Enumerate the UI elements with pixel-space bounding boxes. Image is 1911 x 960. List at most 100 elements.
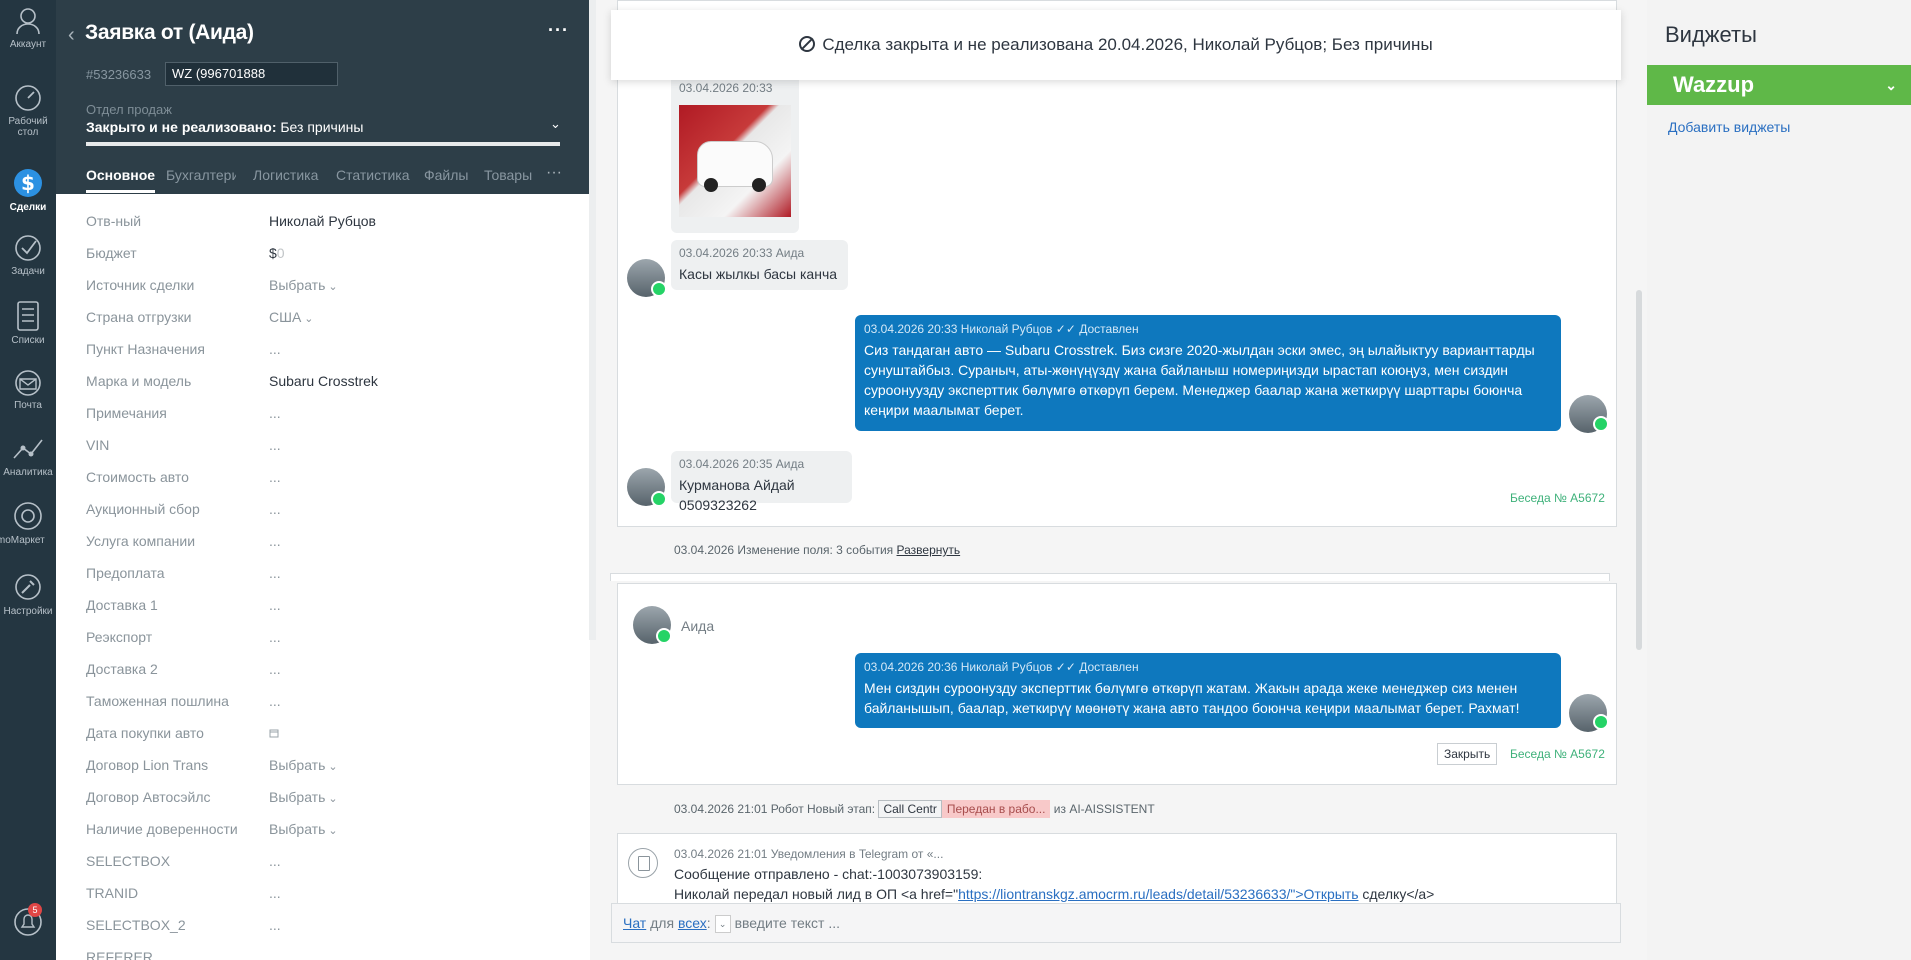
lead-header: ‹ Заявка от (Аида) ··· #53236633 WZ (996… <box>56 0 590 194</box>
tab-statistics[interactable]: Статистика <box>336 167 410 193</box>
chat-type-link[interactable]: Чат <box>623 915 646 931</box>
message-text: Касы жылкы басы канча <box>679 266 838 282</box>
nav-dashboard[interactable]: Рабочий стол <box>0 83 56 138</box>
field-value[interactable]: ... <box>269 949 281 960</box>
field-value-text: Выбрать <box>269 757 326 773</box>
chevron-down-icon: ⌄ <box>328 281 338 293</box>
tab-logistics[interactable]: Логистика <box>253 167 318 193</box>
field-row: Дата покупки авто <box>86 725 566 745</box>
contact-name[interactable]: Аида <box>681 618 714 634</box>
market-icon <box>14 502 42 530</box>
calendar-icon[interactable] <box>269 728 279 738</box>
message-text: Мен сиздин суроонузду эксперттик бөлүмгө… <box>864 678 1552 718</box>
nav-notifications[interactable]: 5 <box>0 903 56 940</box>
conversation-link[interactable]: Беседа № А5672 <box>1510 491 1605 505</box>
chevron-down-icon[interactable]: ⌄ <box>714 915 731 934</box>
field-value[interactable]: ... <box>269 661 281 677</box>
recipients-link[interactable]: всех <box>678 915 707 931</box>
field-row: Таможенная пошлина... <box>86 693 566 713</box>
card-scrollbar[interactable] <box>589 0 596 640</box>
account-icon <box>16 8 40 35</box>
notifications-badge: 5 <box>28 903 42 917</box>
field-value[interactable]: ... <box>269 469 281 485</box>
chevron-down-icon[interactable]: ⌄ <box>550 116 561 132</box>
field-row: Источник сделки Выбрать ⌄ <box>86 277 566 297</box>
tab-accounting[interactable]: Бухгалтерия <box>166 167 236 193</box>
field-value[interactable]: Выбрать ⌄ <box>269 789 338 805</box>
field-row: Марка и модель Subaru Crosstrek <box>86 373 566 393</box>
lead-tabs: Основное Бухгалтерия Логистика Статистик… <box>86 167 566 193</box>
more-options-icon[interactable]: ··· <box>548 20 569 41</box>
field-value[interactable]: Выбрать ⌄ <box>269 757 338 773</box>
message-meta: 03.04.2026 20:35 Аида <box>679 457 805 471</box>
field-value[interactable] <box>269 725 279 741</box>
whatsapp-icon <box>651 491 667 507</box>
delivered-status: ✓✓ Доставлен <box>1055 322 1139 336</box>
field-value-text: ... <box>269 341 281 357</box>
field-label: Реэкспорт <box>86 629 153 645</box>
field-value-text: ... <box>269 533 281 549</box>
field-value[interactable]: ... <box>269 853 281 869</box>
nav-tasks[interactable]: Задачи <box>0 233 56 277</box>
currency-symbol: $ <box>269 245 277 261</box>
field-value[interactable]: ... <box>269 565 281 581</box>
lead-card: ‹ Заявка от (Аида) ··· #53236633 WZ (996… <box>56 0 590 960</box>
nav-market[interactable]: amoМаркет <box>0 500 56 546</box>
field-value[interactable]: ... <box>269 917 281 933</box>
field-value[interactable]: США ⌄ <box>269 309 314 325</box>
field-value-text: ... <box>269 469 281 485</box>
nav-account[interactable]: Аккаунт <box>0 6 56 50</box>
chevron-down-icon[interactable]: ⌄ <box>1885 65 1897 105</box>
field-value[interactable]: ... <box>269 501 281 517</box>
conversation-link[interactable]: Беседа № А5672 <box>1510 747 1605 761</box>
nav-analytics[interactable]: Аналитика <box>0 434 56 478</box>
feed-scrollbar[interactable] <box>1636 290 1642 650</box>
expand-link[interactable]: Развернуть <box>897 543 961 557</box>
nav-lists[interactable]: Списки <box>0 300 56 346</box>
chevron-down-icon: ⌄ <box>328 793 338 805</box>
close-conversation-button[interactable]: Закрыть <box>1437 743 1498 765</box>
field-value[interactable]: ... <box>269 629 281 645</box>
field-value[interactable]: ... <box>269 405 281 421</box>
field-row: Доставка 1... <box>86 597 566 617</box>
nav-deals[interactable]: $ Сделки <box>0 165 56 213</box>
field-value[interactable]: ... <box>269 597 281 613</box>
field-value[interactable]: ... <box>269 533 281 549</box>
pipeline-status[interactable]: Закрыто и не реализовано: Без причины <box>86 119 363 135</box>
field-label: Стоимость авто <box>86 469 189 485</box>
field-label: SELECTBOX <box>86 853 171 869</box>
tabs-more-icon[interactable]: ··· <box>546 164 562 182</box>
field-value[interactable]: ... <box>269 885 281 901</box>
ban-icon <box>799 36 816 52</box>
field-value[interactable]: Выбрать ⌄ <box>269 821 338 837</box>
field-value[interactable]: ... <box>269 341 281 357</box>
message-input-placeholder[interactable]: введите текст ... <box>735 915 840 931</box>
car-photo-thumbnail[interactable] <box>679 105 791 217</box>
field-value[interactable]: ... <box>269 693 281 709</box>
lead-link[interactable]: https://liontranskgz.amocrm.ru/leads/det… <box>958 886 1358 902</box>
wazzup-widget[interactable]: Wazzup ⌄ <box>1647 65 1911 105</box>
field-value[interactable]: Николай Рубцов <box>269 213 376 229</box>
field-value[interactable]: ... <box>269 437 281 453</box>
chat-input-bar[interactable]: Чат для всех: ⌄ введите текст ... <box>611 903 1621 943</box>
add-widgets-link[interactable]: Добавить виджеты <box>1668 119 1790 135</box>
field-value[interactable]: Subaru Crosstrek <box>269 373 378 389</box>
robot-event-source: из AI-AISSISTENT <box>1050 802 1155 816</box>
field-label: TRANID <box>86 885 139 901</box>
nav-settings[interactable]: Настройки <box>0 571 56 617</box>
lead-title[interactable]: Заявка от (Аида) <box>85 21 254 45</box>
nav-mail[interactable]: Почта <box>0 369 56 411</box>
tab-files[interactable]: Файлы <box>424 167 468 193</box>
tab-main[interactable]: Основное <box>86 167 156 193</box>
field-value[interactable]: Выбрать ⌄ <box>269 277 338 293</box>
status-reason: Без причины <box>276 119 364 135</box>
lead-tag[interactable]: WZ (996701888 <box>165 62 338 86</box>
field-label: Марка и модель <box>86 373 192 389</box>
field-label: Услуга компании <box>86 533 196 549</box>
tab-products[interactable]: Товары <box>484 167 532 193</box>
field-label: Доставка 1 <box>86 597 158 613</box>
back-arrow-icon[interactable]: ‹ <box>68 24 75 47</box>
chevron-down-icon: ⌄ <box>328 825 338 837</box>
field-value[interactable]: $0 <box>269 245 285 261</box>
field-value-text: Николай Рубцов <box>269 213 376 229</box>
